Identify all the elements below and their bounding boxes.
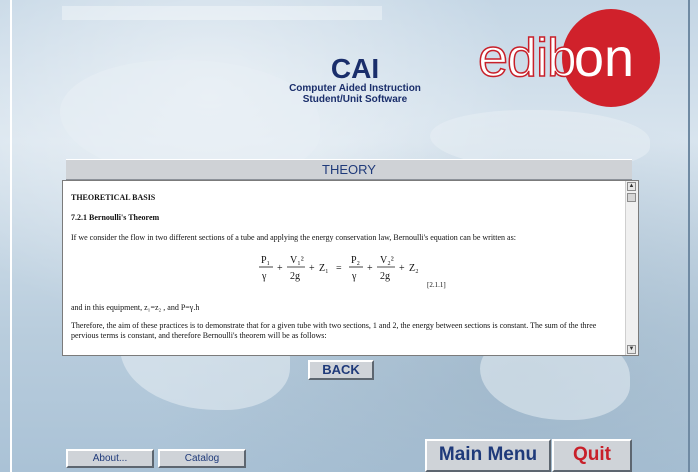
scroll-up-arrow-icon[interactable]: ▲ (627, 182, 636, 191)
equation-reference: [2.1.1] (427, 281, 446, 289)
bernoulli-equation: P₁ γ + V₁² 2g + Z₁ = P₂ γ + V₂² 2g + Z₂ … (71, 251, 619, 297)
eq-gamma-2: γ (351, 271, 357, 282)
app-subtitle-line1: Computer Aided Instruction (289, 83, 421, 94)
eq-p1: P₁ (261, 255, 270, 266)
app-subtitle-line2: Student/Unit Software (302, 94, 408, 105)
svg-text:=: = (336, 263, 342, 274)
eq-p2: P₂ (351, 255, 360, 266)
eq-v1: V₁² (290, 255, 304, 266)
content-paragraph-3: Therefore, the aim of these practices is… (71, 321, 597, 340)
catalog-button[interactable]: Catalog (158, 449, 246, 468)
content-paragraph-1: If we consider the flow in two different… (71, 233, 516, 242)
back-button[interactable]: BACK (308, 360, 374, 380)
eq-z2: Z₂ (409, 263, 419, 274)
eq-gamma-1: γ (261, 271, 267, 282)
section-title: THEORY (66, 159, 632, 180)
eq-2g-1: 2g (290, 271, 300, 282)
theory-content-panel[interactable]: THEORETICAL BASIS 7.2.1 Bernoulli's Theo… (62, 180, 639, 356)
content-subheading: 7.2.1 Bernoulli's Theorem (71, 213, 160, 222)
vertical-scrollbar[interactable]: ▲ ▼ (625, 181, 638, 355)
main-menu-button[interactable]: Main Menu (425, 439, 551, 472)
content-heading: THEORETICAL BASIS (71, 193, 156, 202)
content-paragraph-2: and in this equipment, z₁=z₂ , and P=γ.h (71, 303, 200, 312)
app-title: CAI (330, 53, 380, 84)
quit-button[interactable]: Quit (552, 439, 632, 472)
scroll-thumb[interactable] (627, 193, 636, 202)
svg-text:+: + (399, 263, 405, 274)
svg-text:+: + (277, 263, 283, 274)
edibon-logo-text: edib (477, 27, 578, 89)
scroll-down-arrow-icon[interactable]: ▼ (627, 345, 636, 354)
eq-2g-2: 2g (380, 271, 390, 282)
theory-text: THEORETICAL BASIS 7.2.1 Bernoulli's Theo… (71, 189, 619, 349)
about-button[interactable]: About... (66, 449, 154, 468)
app-title-block: CAI Computer Aided Instruction Student/U… (270, 53, 440, 106)
eq-z1: Z₁ (319, 263, 329, 274)
svg-text:+: + (309, 263, 315, 274)
edibon-logo-on-text: on (574, 28, 635, 88)
eq-v2: V₂² (380, 255, 394, 266)
svg-text:+: + (367, 263, 373, 274)
